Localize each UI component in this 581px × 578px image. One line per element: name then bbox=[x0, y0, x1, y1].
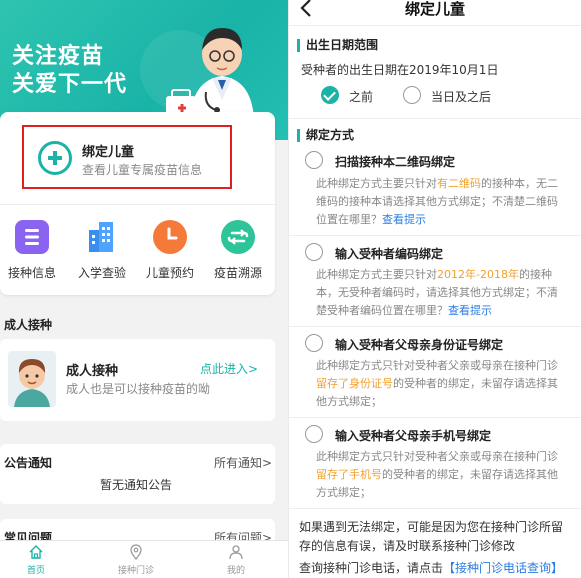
quick-action-label: 入学查验 bbox=[77, 266, 126, 280]
avatar bbox=[8, 351, 56, 407]
doctor-illustration bbox=[166, 28, 254, 120]
nav-bar: 绑定儿童 bbox=[289, 0, 581, 26]
highlight-text: 2012年-2018年 bbox=[437, 268, 519, 281]
notice-card: 公告通知 所有通知> 暂无通知公告 bbox=[0, 444, 275, 504]
method-phone-desc: 此种绑定方式只针对受种者父亲或母亲在接种门诊留存了手机号的受种者的绑定，未留存请… bbox=[316, 450, 558, 499]
radio-method-code[interactable] bbox=[305, 243, 323, 261]
method-code-title: 输入受种者编码绑定 bbox=[335, 247, 444, 261]
notice-empty-text: 暂无通知公告 bbox=[100, 478, 173, 492]
divider bbox=[289, 508, 581, 509]
page-title: 绑定儿童 bbox=[404, 0, 465, 18]
highlight-text: 留存了身份证号 bbox=[316, 377, 393, 390]
notice-title: 公告通知 bbox=[4, 456, 53, 470]
trace-icon bbox=[221, 220, 255, 254]
tab-home[interactable]: 首页 bbox=[4, 544, 68, 576]
footer-note: 如果遇到无法绑定，可能是因为您在接种门诊所留存的信息有误，请及时联系接种门诊修改 bbox=[299, 520, 564, 553]
quick-action-label: 接种信息 bbox=[7, 266, 56, 280]
divider bbox=[289, 326, 581, 327]
clinic-phone-query-link[interactable]: 【接种门诊电话查询】 bbox=[443, 561, 563, 575]
quick-action-label: 儿童预约 bbox=[145, 266, 194, 280]
method-qrcode-title: 扫描接种本二维码绑定 bbox=[335, 155, 456, 169]
home-icon bbox=[28, 544, 44, 560]
quick-action-school-check[interactable]: 入学查验 bbox=[68, 220, 136, 281]
school-building-icon bbox=[85, 220, 119, 254]
bottom-tab-bar: 首页 接种门诊 我的 bbox=[0, 540, 288, 578]
radio-method-qrcode[interactable] bbox=[305, 151, 323, 169]
divider bbox=[289, 417, 581, 418]
view-hint-link[interactable]: 查看提示 bbox=[448, 304, 492, 317]
view-hint-link[interactable]: 查看提示 bbox=[382, 213, 426, 226]
tab-label: 接种门诊 bbox=[117, 566, 154, 576]
radio-method-phone[interactable] bbox=[305, 425, 323, 443]
method-phone-title: 输入受种者父母亲手机号绑定 bbox=[335, 429, 492, 443]
radio-method-id-card[interactable] bbox=[305, 334, 323, 352]
tab-label: 我的 bbox=[226, 566, 245, 576]
method-id-card-desc: 此种绑定方式只针对受种者父亲或母亲在接种门诊留存了身份证号的受种者的绑定，未留存… bbox=[316, 359, 558, 408]
bind-child-subtitle: 查看儿童专属疫苗信息 bbox=[82, 163, 203, 177]
footer-query: 查询接种门诊电话，请点击【接种门诊电话查询】 bbox=[299, 561, 564, 575]
divider bbox=[289, 235, 581, 236]
bind-method-section-title: 绑定方式 bbox=[297, 129, 354, 142]
adult-card-subtitle: 成人也是可以接种疫苗的呦 bbox=[66, 382, 211, 396]
clock-icon bbox=[153, 220, 187, 254]
tab-mine[interactable]: 我的 bbox=[204, 544, 268, 576]
tab-clinics[interactable]: 接种门诊 bbox=[104, 544, 168, 576]
tab-label: 首页 bbox=[26, 566, 45, 576]
radio-on-or-after-label: 当日及之后 bbox=[431, 90, 492, 104]
bind-child-screen: 绑定儿童 出生日期范围 受种者的出生日期在2019年10月1日 之前 当日及之后… bbox=[289, 0, 581, 578]
adult-vaccination-card[interactable]: 成人接种 点此进入> 成人也是可以接种疫苗的呦 bbox=[0, 339, 275, 421]
divider bbox=[289, 118, 581, 119]
method-code-desc: 此种绑定方式主要只针对2012年-2018年的接种本，无受种者编码时，请选择其他… bbox=[316, 268, 558, 317]
adult-section-title: 成人接种 bbox=[4, 318, 53, 332]
highlight-text: 留存了手机号 bbox=[316, 468, 382, 481]
location-pin-icon bbox=[128, 544, 144, 561]
add-circle-icon bbox=[38, 141, 72, 175]
highlight-text: 有二维码 bbox=[437, 177, 481, 190]
adult-enter-link[interactable]: 点此进入> bbox=[200, 360, 258, 377]
bind-child-button[interactable]: 绑定儿童 查看儿童专属疫苗信息 bbox=[22, 125, 232, 189]
birth-range-section-title: 出生日期范围 bbox=[297, 39, 378, 52]
bind-child-title: 绑定儿童 bbox=[82, 145, 135, 160]
hero-slogan-line2: 关爱下一代 bbox=[12, 72, 128, 97]
user-icon bbox=[228, 544, 244, 560]
all-notices-link[interactable]: 所有通知> bbox=[214, 454, 272, 471]
quick-action-vaccine-info[interactable]: 接种信息 bbox=[0, 220, 66, 281]
method-qrcode-desc: 此种绑定方式主要只针对有二维码的接种本，无二维码的接种本请选择其他方式绑定；不清… bbox=[316, 177, 558, 226]
vaccine-info-icon bbox=[15, 220, 49, 254]
radio-on-or-after[interactable] bbox=[403, 86, 421, 104]
radio-before[interactable] bbox=[321, 86, 339, 104]
quick-action-child-appointment[interactable]: 儿童预约 bbox=[136, 220, 204, 281]
adult-card-title: 成人接种 bbox=[66, 364, 119, 379]
bind-child-card: 绑定儿童 查看儿童专属疫苗信息 接种信息 入学查验 儿童预约 疫苗溯源 bbox=[0, 112, 275, 295]
method-id-card-title: 输入受种者父母亲身份证号绑定 bbox=[335, 338, 504, 352]
radio-before-label: 之前 bbox=[349, 90, 374, 104]
home-screen: 关注疫苗 关爱下一代 绑定儿童 查看儿童专属疫苗信息 接种信息 入学查验 儿童预… bbox=[0, 0, 288, 578]
divider bbox=[0, 204, 275, 205]
quick-action-label: 疫苗溯源 bbox=[213, 266, 262, 280]
quick-action-vaccine-trace[interactable]: 疫苗溯源 bbox=[204, 220, 272, 281]
birth-date-question: 受种者的出生日期在2019年10月1日 bbox=[301, 63, 499, 77]
